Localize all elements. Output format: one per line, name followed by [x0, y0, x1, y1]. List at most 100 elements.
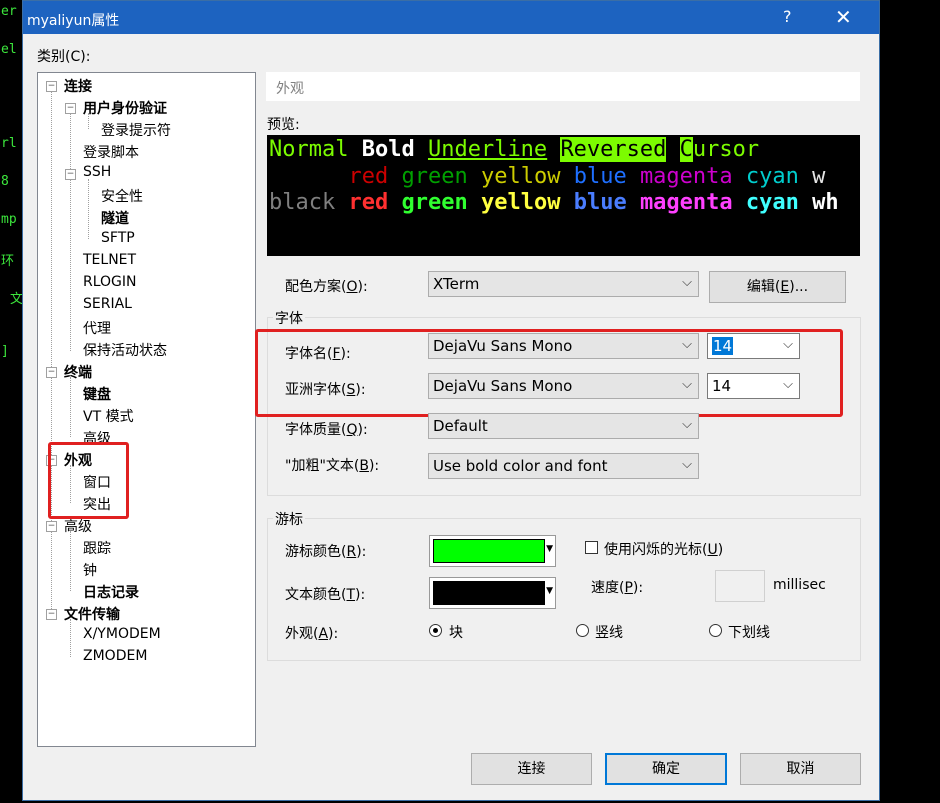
preview-cursor-char: C	[679, 137, 693, 162]
tree-line	[70, 377, 71, 437]
preview-line-2: red green yellow blue magenta cyan w	[269, 164, 825, 190]
terminal-line: er	[1, 4, 17, 19]
preview-black: black	[269, 190, 336, 215]
preview-normal: Normal	[269, 137, 349, 162]
tree-item-telnet[interactable]: TELNET	[83, 252, 136, 268]
cursor-vbar-label: 竖线	[595, 625, 623, 641]
bold-text-select[interactable]: Use bold color and font ⌵	[428, 453, 699, 479]
font-quality-label: 字体质量(Q):	[285, 422, 368, 438]
chevron-down-icon: ⌵	[682, 275, 692, 290]
preview-cursor-rest: ursor	[692, 137, 760, 162]
terminal-line: 8	[1, 174, 9, 189]
font-quality-select[interactable]: Default ⌵	[428, 413, 699, 439]
tree-item-sftp[interactable]: SFTP	[101, 230, 135, 246]
category-tree[interactable]: − 连接 − 用户身份验证 登录提示符 登录脚本 − SSH 安全性 隧道 SF…	[37, 72, 256, 747]
preview-line-3: black red green yellow blue magenta cyan…	[269, 190, 839, 216]
title-bar[interactable]: myaliyun属性 ? ✕	[23, 1, 879, 34]
tree-line	[70, 619, 71, 657]
text-color-swatch	[433, 581, 545, 605]
preview-underline: Underline	[427, 137, 548, 162]
tree-item-logging[interactable]: 日志记录	[83, 582, 139, 602]
color-scheme-value: XTerm	[433, 275, 480, 293]
cancel-button[interactable]: 取消	[740, 753, 861, 785]
highlight-box	[48, 442, 129, 519]
cursor-underline-label: 下划线	[728, 625, 770, 641]
tree-item-xymodem[interactable]: X/YMODEM	[83, 626, 161, 642]
tree-line	[70, 531, 71, 591]
preview-bright-yellow: yellow	[480, 190, 561, 215]
terminal-line: 环	[1, 254, 15, 269]
collapse-icon[interactable]: −	[65, 169, 76, 180]
preview-bright-green: green	[401, 190, 468, 215]
tree-item-security[interactable]: 安全性	[101, 186, 143, 206]
cursor-underline-radio[interactable]	[709, 624, 722, 637]
ok-button[interactable]: 确定	[605, 753, 727, 785]
cursor-color-label: 游标颜色(R):	[285, 544, 367, 560]
preview-bright-magenta: magenta	[639, 190, 733, 215]
collapse-icon[interactable]: −	[46, 521, 57, 532]
preview-green: green	[401, 164, 468, 189]
close-button[interactable]: ✕	[835, 5, 852, 29]
tree-item-advanced[interactable]: 高级	[64, 516, 92, 536]
blink-cursor-checkbox[interactable]	[585, 541, 598, 554]
terminal-preview: Normal Bold Underline Reversed Cursor re…	[267, 135, 860, 256]
tree-item-vt-mode[interactable]: VT 模式	[83, 406, 134, 426]
cursor-block-label: 块	[449, 625, 463, 641]
tree-line	[88, 179, 89, 239]
tree-line	[51, 91, 52, 619]
preview-bright-blue: blue	[573, 190, 627, 215]
tree-item-connection[interactable]: 连接	[64, 76, 92, 96]
edit-scheme-button[interactable]: 编辑(E)...	[709, 271, 846, 303]
tree-item-ssh[interactable]: SSH	[83, 164, 111, 180]
cursor-vbar-radio[interactable]	[576, 624, 589, 637]
highlight-box	[255, 329, 843, 417]
tree-item-keepalive[interactable]: 保持活动状态	[83, 340, 167, 360]
text-color-picker[interactable]: ▼	[429, 577, 556, 609]
tree-item-serial[interactable]: SERIAL	[83, 296, 132, 312]
tree-item-tunnel[interactable]: 隧道	[101, 208, 129, 228]
text-color-label: 文本颜色(T):	[285, 587, 366, 603]
tree-item-trace[interactable]: 跟踪	[83, 538, 111, 558]
blink-cursor-label: 使用闪烁的光标(U)	[604, 542, 724, 558]
tree-item-terminal[interactable]: 终端	[64, 362, 92, 382]
preview-bold: Bold	[361, 137, 415, 162]
chevron-down-icon: ⌵	[682, 417, 692, 432]
dropdown-arrow-icon: ▼	[546, 544, 553, 554]
collapse-icon[interactable]: −	[46, 609, 57, 620]
help-button[interactable]: ?	[783, 7, 792, 26]
speed-label: 速度(P):	[591, 580, 644, 596]
preview-bright-red: red	[348, 190, 389, 215]
cursor-color-picker[interactable]: ▼	[429, 535, 556, 567]
color-scheme-select[interactable]: XTerm ⌵	[428, 271, 699, 297]
tree-item-user-auth[interactable]: 用户身份验证	[83, 98, 167, 118]
tree-item-zmodem[interactable]: ZMODEM	[83, 648, 147, 664]
cursor-group-title: 游标	[273, 509, 305, 529]
speed-unit-label: millisec	[773, 577, 826, 593]
properties-dialog: myaliyun属性 ? ✕ 类别(C): − 连接 − 用户身份验证 登录提示…	[22, 0, 880, 801]
cursor-block-radio[interactable]	[429, 624, 442, 637]
tree-item-login-script[interactable]: 登录脚本	[83, 142, 139, 162]
preview-red: red	[348, 164, 389, 189]
bold-text-label: "加粗"文本(B):	[285, 458, 380, 474]
section-title: 外观	[276, 81, 304, 97]
cursor-color-swatch	[433, 539, 545, 563]
preview-line-1: Normal Bold Underline Reversed Cursor	[269, 137, 759, 163]
preview-cyan: cyan	[745, 164, 799, 189]
tree-item-login-prompt[interactable]: 登录提示符	[101, 120, 171, 140]
preview-yellow: yellow	[480, 164, 561, 189]
tree-item-rlogin[interactable]: RLOGIN	[83, 274, 137, 290]
collapse-icon[interactable]: −	[65, 103, 76, 114]
collapse-icon[interactable]: −	[46, 81, 57, 92]
collapse-icon[interactable]: −	[46, 367, 57, 378]
tree-item-file-transfer[interactable]: 文件传输	[64, 604, 120, 624]
blink-speed-input[interactable]	[715, 570, 765, 602]
color-scheme-label: 配色方案(O):	[285, 279, 368, 295]
terminal-line: mp	[1, 212, 17, 227]
connect-button[interactable]: 连接	[471, 753, 592, 785]
terminal-line: rl	[1, 136, 17, 151]
font-group-title: 字体	[273, 308, 305, 328]
tree-item-bell[interactable]: 钟	[83, 560, 97, 580]
tree-item-proxy[interactable]: 代理	[83, 318, 111, 338]
tree-line	[70, 113, 71, 351]
tree-item-keyboard[interactable]: 键盘	[83, 384, 111, 404]
